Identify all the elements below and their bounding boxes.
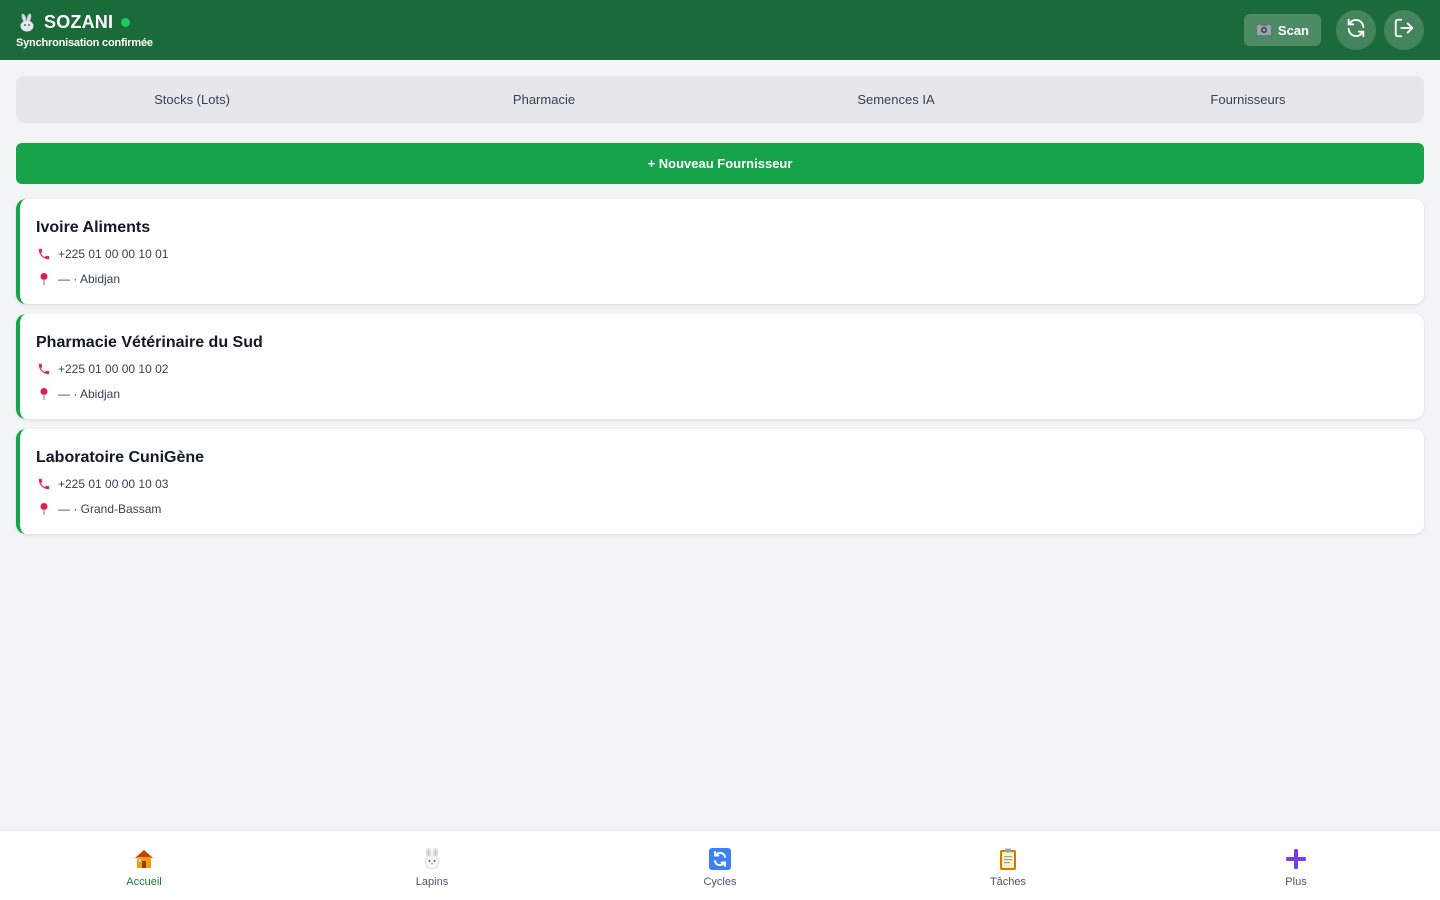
nav-label: Lapins: [415, 875, 449, 888]
scan-label: Scan: [1277, 22, 1309, 38]
plus-icon: [1283, 846, 1309, 872]
tab-stocks[interactable]: Stocks (Lots): [16, 92, 368, 107]
nav-label: Cycles: [703, 875, 737, 888]
pin-icon: [36, 272, 51, 287]
sync-status-dot: [121, 18, 131, 27]
refresh-icon: [1345, 17, 1367, 44]
tab-fournisseurs[interactable]: Fournisseurs: [1072, 92, 1424, 107]
rabbit-logo-icon: [16, 12, 38, 34]
app-header: SOZANI Synchronisation confirmée Scan: [0, 0, 1440, 60]
supplier-location: — · Abidjan: [58, 387, 121, 401]
supplier-list: Ivoire Aliments +225 01 00 00 10 01 — · …: [16, 199, 1424, 544]
nav-label: Accueil: [126, 875, 162, 888]
phone-icon: [36, 247, 51, 262]
nav-cycles[interactable]: Cycles: [576, 831, 864, 900]
tab-semences-ia[interactable]: Semences IA: [720, 92, 1072, 107]
sync-button[interactable]: [1336, 10, 1376, 50]
nav-accueil[interactable]: Accueil: [0, 831, 288, 900]
pin-icon: [36, 387, 51, 402]
logout-button[interactable]: [1384, 10, 1424, 50]
section-tabs: Stocks (Lots) Pharmacie Semences IA Four…: [16, 76, 1424, 123]
house-icon: [131, 846, 157, 872]
nav-label: Tâches: [989, 875, 1027, 888]
phone-icon: [36, 362, 51, 377]
rabbit-icon: [419, 846, 445, 872]
supplier-phone: +225 01 00 00 10 02: [58, 362, 169, 376]
app-title: SOZANI: [44, 12, 114, 32]
cycle-icon: [707, 846, 733, 872]
tab-pharmacie[interactable]: Pharmacie: [368, 92, 720, 107]
supplier-phone: +225 01 00 00 10 01: [58, 247, 169, 261]
supplier-card[interactable]: Laboratoire CuniGène +225 01 00 00 10 03…: [16, 429, 1424, 534]
supplier-phone: +225 01 00 00 10 03: [58, 477, 169, 491]
nav-label: Plus: [1285, 875, 1307, 888]
brand: SOZANI Synchronisation confirmée: [16, 12, 153, 49]
new-supplier-button[interactable]: + Nouveau Fournisseur: [16, 143, 1424, 184]
supplier-name: Laboratoire CuniGène: [36, 449, 205, 466]
supplier-card[interactable]: Ivoire Aliments +225 01 00 00 10 01 — · …: [16, 199, 1424, 304]
bottom-nav: Accueil Lapins Cycles Tâches Plus: [0, 830, 1440, 900]
supplier-location: — · Grand-Bassam: [58, 502, 162, 516]
supplier-card[interactable]: Pharmacie Vétérinaire du Sud +225 01 00 …: [16, 314, 1424, 419]
logout-icon: [1393, 17, 1415, 44]
supplier-name: Ivoire Aliments: [36, 219, 151, 236]
sync-status-text: Synchronisation confirmée: [16, 36, 153, 49]
pin-icon: [36, 502, 51, 517]
nav-plus[interactable]: Plus: [1152, 831, 1440, 900]
camera-icon: [1256, 22, 1272, 39]
supplier-name: Pharmacie Vétérinaire du Sud: [36, 334, 263, 351]
clipboard-icon: [995, 846, 1021, 872]
supplier-location: — · Abidjan: [58, 272, 121, 286]
nav-lapins[interactable]: Lapins: [288, 831, 576, 900]
phone-icon: [36, 477, 51, 492]
scan-button[interactable]: Scan: [1243, 14, 1321, 46]
nav-taches[interactable]: Tâches: [864, 831, 1152, 900]
